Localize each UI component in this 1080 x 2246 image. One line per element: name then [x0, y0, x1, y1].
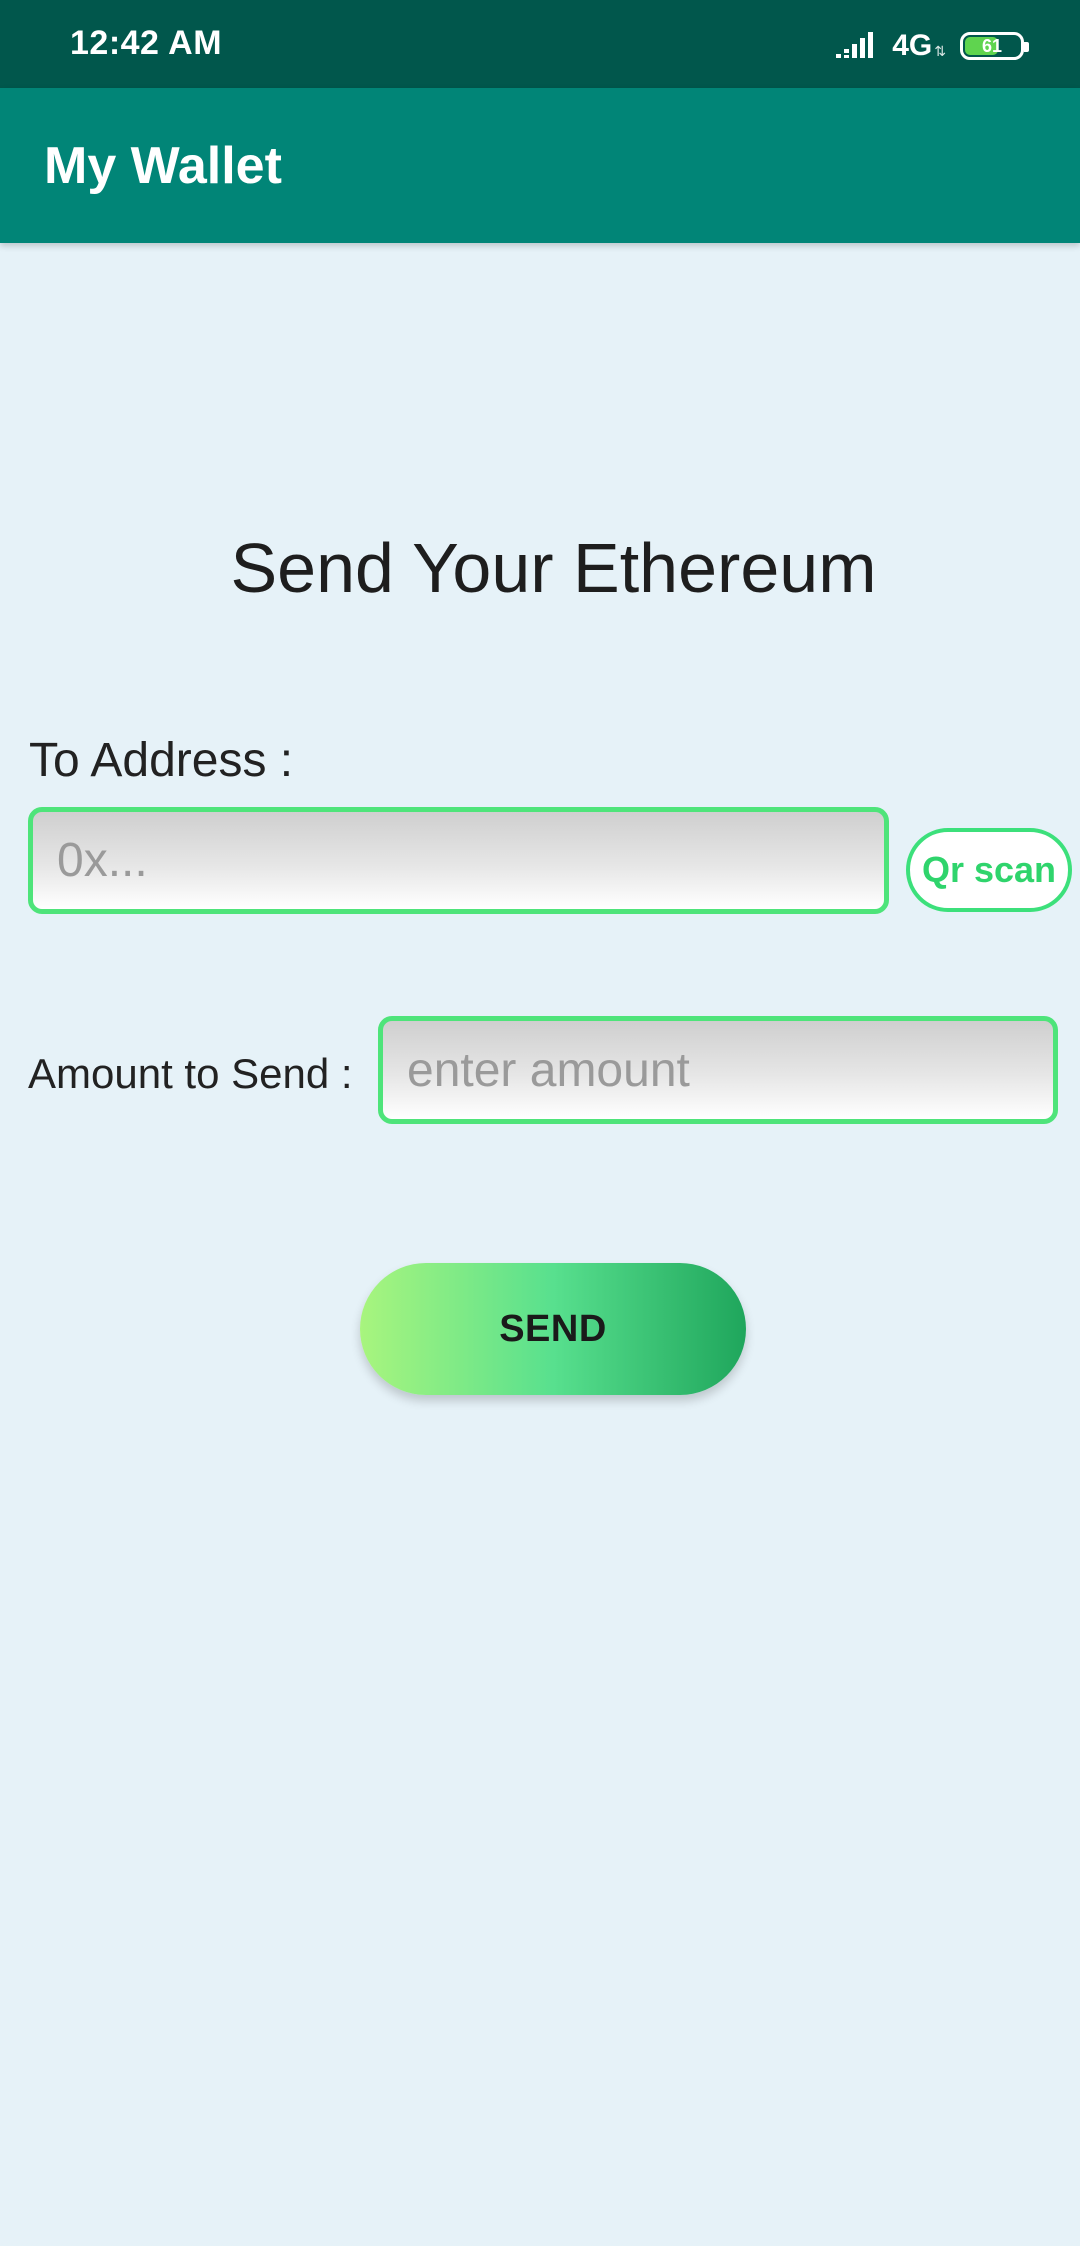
status-time: 12:42 AM — [70, 24, 223, 62]
battery-level: 61 — [981, 35, 1003, 56]
amount-input[interactable] — [378, 1016, 1058, 1124]
battery-icon: 61 — [960, 32, 1029, 60]
app-title: My Wallet — [44, 137, 282, 195]
to-address-input[interactable] — [28, 807, 889, 914]
status-icons: 4G ⇅ 61 — [836, 26, 1029, 66]
battery-tip — [1024, 42, 1029, 52]
send-ethereum-screen: 12:42 AM 4G ⇅ 61 My Wallet Send Your Eth… — [0, 0, 1080, 2246]
qr-scan-button[interactable]: Qr scan — [906, 828, 1072, 912]
network-type: 4G — [892, 29, 933, 62]
amount-label: Amount to Send : — [28, 1050, 353, 1097]
data-activity-icon: ⇅ — [934, 42, 946, 59]
send-button[interactable]: SEND — [360, 1263, 746, 1395]
signal-icon — [836, 32, 874, 58]
page-heading: Send Your Ethereum — [230, 529, 877, 607]
status-bar: 12:42 AM 4G ⇅ 61 — [0, 0, 1080, 88]
to-address-label: To Address : — [29, 734, 294, 787]
app-bar: My Wallet — [0, 88, 1080, 243]
